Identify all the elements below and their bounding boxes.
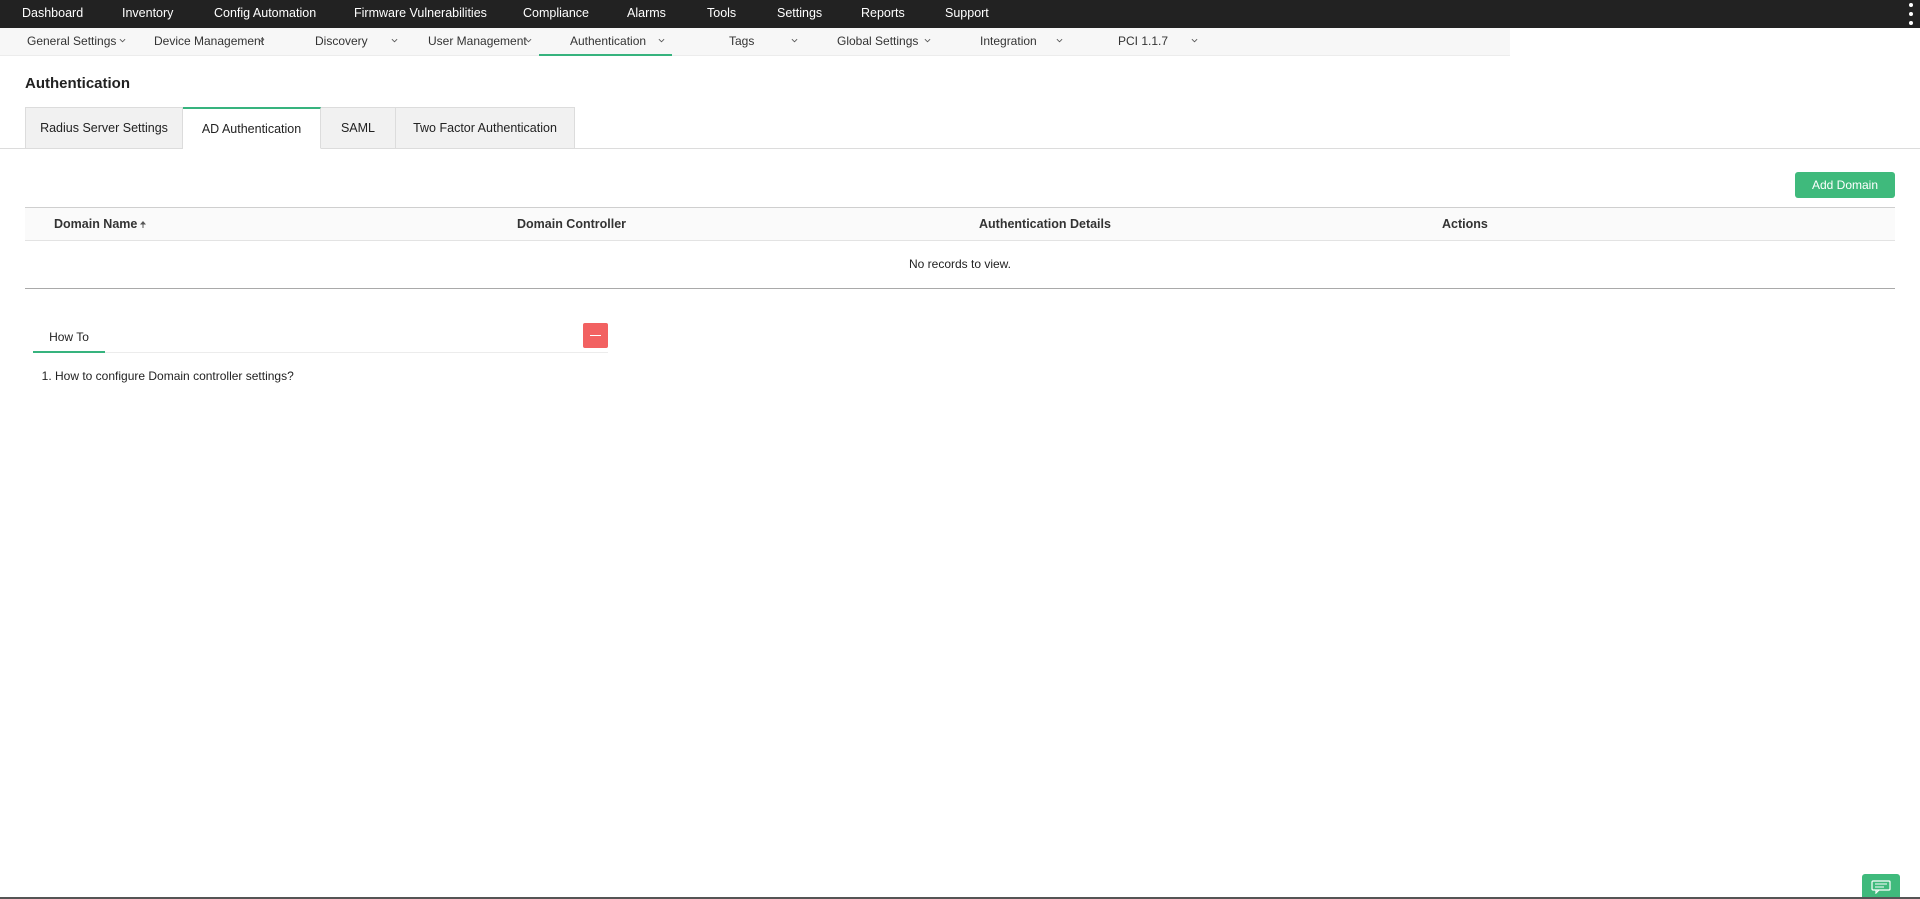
chat-button[interactable]	[1862, 874, 1900, 899]
subnav-user-management[interactable]: User Management	[428, 28, 538, 56]
how-to-link[interactable]: How to configure Domain controller setti…	[55, 369, 608, 383]
nav-compliance[interactable]: Compliance	[523, 6, 589, 20]
empty-state: No records to view.	[25, 241, 1895, 289]
nav-config-automation[interactable]: Config Automation	[214, 6, 316, 20]
subnav-integration[interactable]: Integration	[980, 28, 1070, 56]
tab-two-factor-authentication[interactable]: Two Factor Authentication	[396, 107, 575, 149]
chevron-down-icon	[924, 38, 931, 43]
chevron-down-icon	[791, 38, 798, 43]
subnav-label: Authentication	[570, 34, 647, 48]
chevron-down-icon	[391, 38, 398, 43]
nav-firmware-vulnerabilities[interactable]: Firmware Vulnerabilities	[354, 6, 487, 20]
subnav-label: PCI 1.1.7	[1118, 34, 1169, 48]
minus-icon	[590, 335, 601, 336]
subnav-label: General Settings	[27, 34, 117, 48]
chevron-down-icon	[258, 38, 265, 43]
how-to-tab[interactable]: How To	[33, 324, 105, 353]
nav-alarms[interactable]: Alarms	[627, 6, 666, 20]
column-label: Domain Name	[54, 217, 138, 231]
subnav-tags[interactable]: Tags	[729, 28, 799, 56]
chat-icon	[1871, 879, 1891, 894]
auth-tabs: Radius Server Settings AD Authentication…	[25, 107, 575, 149]
top-nav: Dashboard Inventory Config Automation Fi…	[0, 0, 1920, 28]
add-domain-button[interactable]: Add Domain	[1795, 172, 1895, 198]
chevron-down-icon	[658, 38, 665, 43]
tab-ad-authentication[interactable]: AD Authentication	[183, 107, 321, 149]
how-to-panel: How To How to configure Domain controlle…	[33, 323, 608, 383]
column-actions: Actions	[1442, 217, 1488, 231]
tab-radius-server-settings[interactable]: Radius Server Settings	[25, 107, 183, 149]
chevron-down-icon	[1191, 38, 1198, 43]
chevron-down-icon	[525, 38, 532, 43]
subnav-label: User Management	[428, 34, 527, 48]
column-domain-name[interactable]: Domain Name	[54, 217, 147, 231]
subnav-device-management[interactable]: Device Management	[154, 28, 269, 56]
column-authentication-details[interactable]: Authentication Details	[979, 217, 1111, 231]
subnav-label: Discovery	[315, 34, 368, 48]
subnav-pci[interactable]: PCI 1.1.7	[1118, 28, 1203, 56]
nav-dashboard[interactable]: Dashboard	[22, 6, 83, 20]
how-to-header: How To	[33, 323, 608, 353]
collapse-button[interactable]	[583, 323, 608, 348]
column-domain-controller[interactable]: Domain Controller	[517, 217, 626, 231]
how-to-list: How to configure Domain controller setti…	[33, 369, 608, 383]
table-header: Domain Name Domain Controller Authentica…	[25, 207, 1895, 241]
chevron-down-icon	[1056, 38, 1063, 43]
nav-reports[interactable]: Reports	[861, 6, 905, 20]
nav-tools[interactable]: Tools	[707, 6, 736, 20]
subnav-label: Tags	[729, 34, 755, 48]
subnav-authentication[interactable]: Authentication	[539, 28, 672, 56]
nav-inventory[interactable]: Inventory	[122, 6, 173, 20]
sort-ascending-icon	[140, 221, 147, 228]
subnav-general-settings[interactable]: General Settings	[27, 28, 132, 56]
tab-saml[interactable]: SAML	[321, 107, 396, 149]
subnav-label: Global Settings	[837, 34, 919, 48]
subnav-discovery[interactable]: Discovery	[315, 28, 405, 56]
subnav-label: Integration	[980, 34, 1037, 48]
domain-table: Domain Name Domain Controller Authentica…	[25, 207, 1895, 289]
more-options-icon[interactable]	[1908, 3, 1914, 25]
subnav-global-settings[interactable]: Global Settings	[837, 28, 937, 56]
page-title: Authentication	[25, 75, 130, 92]
subnav-label: Device Management	[154, 34, 265, 48]
sub-nav: General Settings Device Management Disco…	[0, 28, 1510, 56]
nav-support[interactable]: Support	[945, 6, 989, 20]
nav-settings[interactable]: Settings	[777, 6, 822, 20]
chevron-down-icon	[119, 38, 126, 43]
